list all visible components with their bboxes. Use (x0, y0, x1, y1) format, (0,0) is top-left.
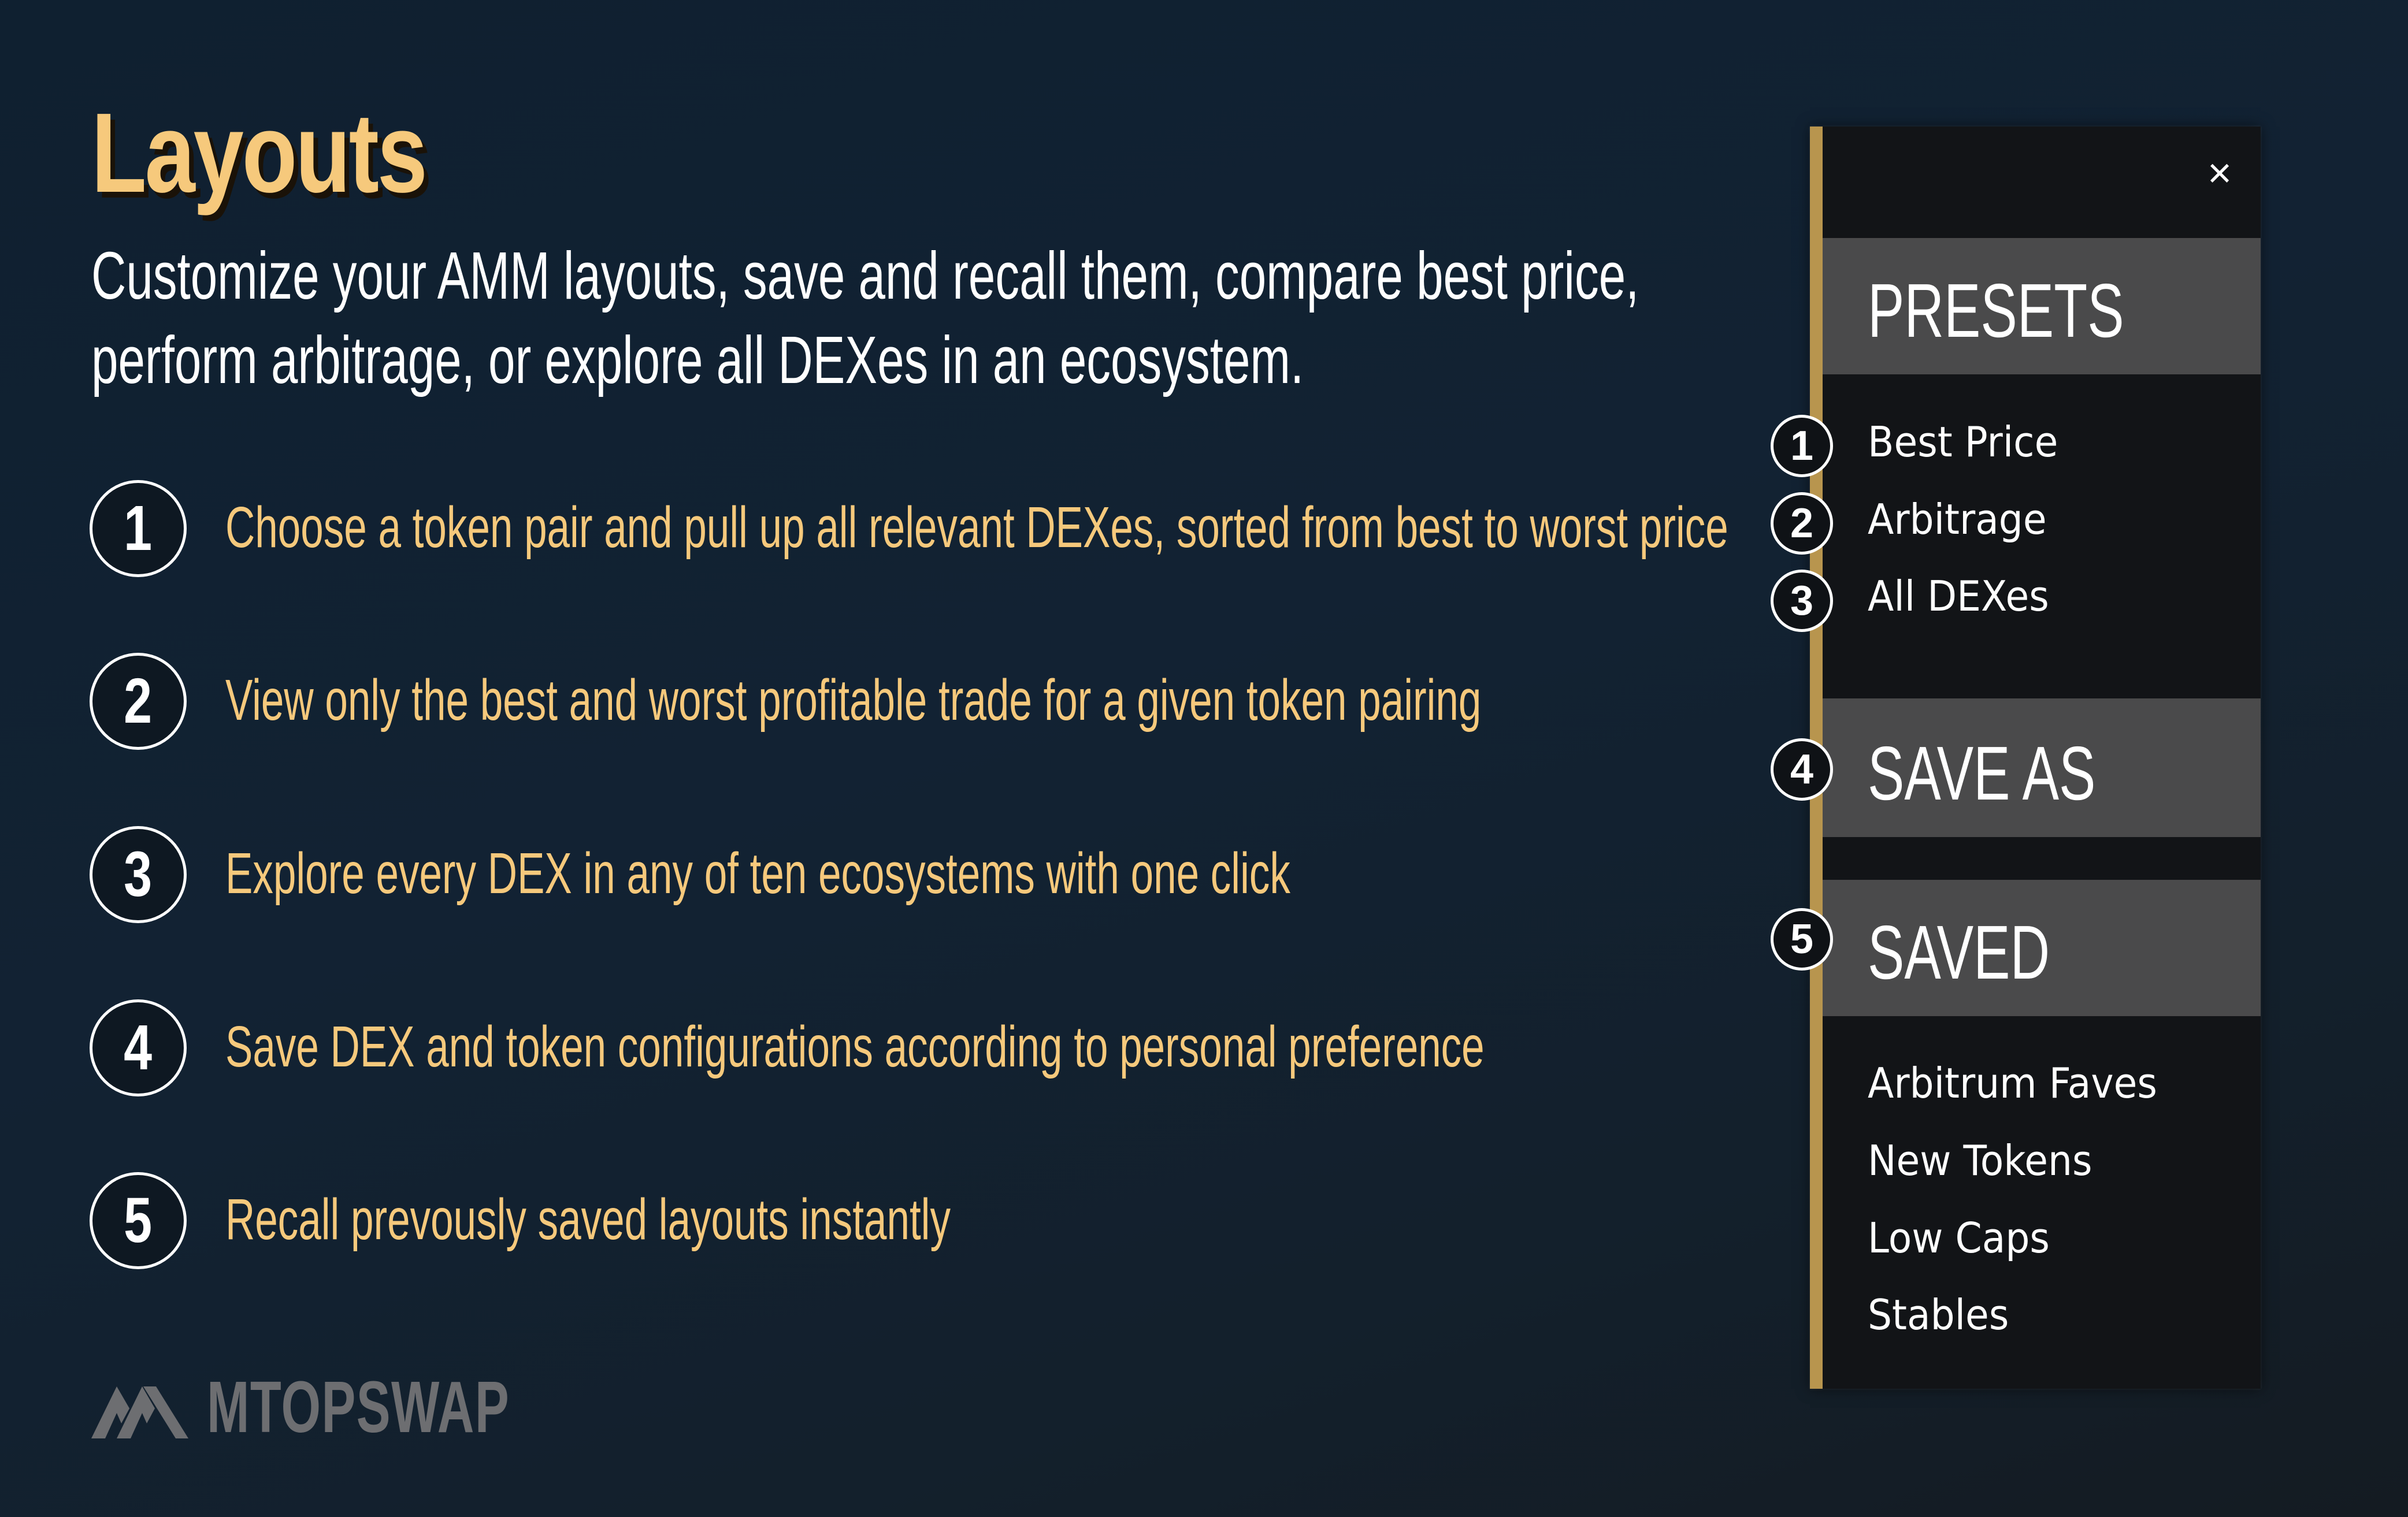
menu-item-low-caps[interactable]: Low Caps (1868, 1212, 2050, 1264)
brand-logo: MTOPSWAP (91, 1366, 640, 1448)
presets-title: PRESETS (1868, 268, 2124, 353)
callout-badge-3: 3 (1771, 570, 1833, 632)
menu-item-arbitrum-faves[interactable]: Arbitrum Faves (1868, 1057, 2157, 1109)
saved-header: SAVED (1823, 880, 2261, 1016)
menu-item-arbitrage[interactable]: Arbitrage (1868, 493, 2047, 545)
number-badge: 1 (90, 480, 187, 577)
subtitle-line-2: perform arbitrage, or explore all DEXes … (91, 322, 1304, 397)
page-title: Layouts (91, 90, 428, 216)
saved-title: SAVED (1868, 910, 2050, 995)
save-as-title: SAVE AS (1868, 731, 2096, 816)
subtitle-line-1: Customize your AMM layouts, save and rec… (91, 238, 1639, 313)
number-badge: 4 (90, 999, 187, 1096)
menu-item-stables[interactable]: Stables (1868, 1289, 2009, 1341)
menu-item-new-tokens[interactable]: New Tokens (1868, 1135, 2092, 1187)
feature-text: View only the best and worst profitable … (225, 668, 1482, 733)
feature-text: Recall prevously saved layouts instantly (225, 1187, 951, 1252)
close-icon[interactable]: × (2199, 153, 2240, 194)
feature-text: Save DEX and token configurations accord… (225, 1014, 1485, 1079)
presets-header: PRESETS (1823, 238, 2261, 374)
page-subtitle: Customize your AMM layouts, save and rec… (91, 233, 1639, 402)
menu-item-best-price[interactable]: Best Price (1868, 416, 2058, 468)
menu-item-all-dexes[interactable]: All DEXes (1868, 570, 2049, 622)
number-badge: 2 (90, 653, 187, 750)
callout-badge-4: 4 (1771, 738, 1833, 801)
feature-text: Choose a token pair and pull up all rele… (225, 495, 1728, 560)
layouts-menu-panel: × PRESETS Best Price Arbitrage All DEXes… (1810, 127, 2261, 1389)
callout-badge-2: 2 (1771, 492, 1833, 555)
brand-name: MTOPSWAP (207, 1366, 510, 1448)
number-badge: 5 (90, 1172, 187, 1269)
number-badge: 3 (90, 826, 187, 923)
callout-badge-5: 5 (1771, 908, 1833, 971)
save-as-header[interactable]: SAVE AS (1823, 698, 2261, 837)
callout-badge-1: 1 (1771, 415, 1833, 477)
feature-text: Explore every DEX in any of ten ecosyste… (225, 841, 1290, 906)
mtopswap-logo-icon (91, 1386, 188, 1438)
